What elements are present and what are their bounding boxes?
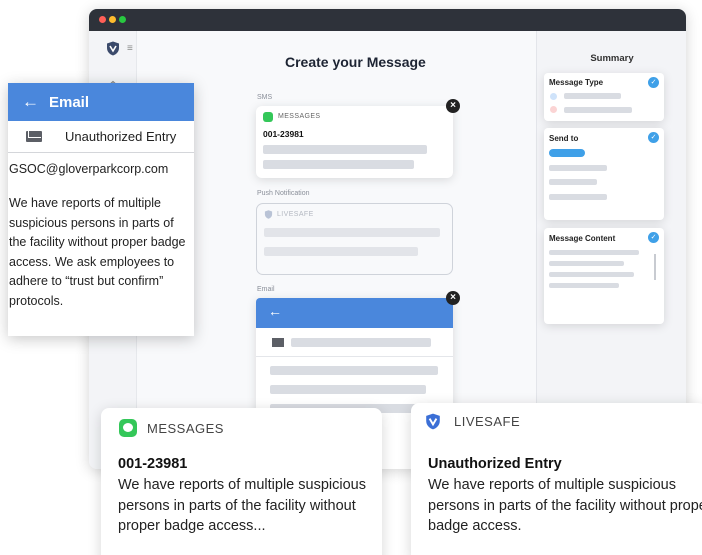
email-subject-placeholder: [291, 338, 431, 347]
push-notification-heading: Unauthorized Entry: [428, 456, 562, 472]
sms-notification-app-name: MESSAGES: [147, 420, 224, 436]
messages-app-icon: [119, 419, 137, 437]
remove-email-button[interactable]: ×: [446, 291, 460, 305]
check-icon: ✓: [648, 77, 659, 88]
messages-app-icon: [263, 112, 273, 122]
scrollbar[interactable]: [654, 254, 656, 280]
push-notification-app-name: LIVESAFE: [454, 414, 521, 429]
type-placeholder: [564, 93, 621, 99]
sms-body-placeholder: [263, 160, 414, 169]
recipient-placeholder: [549, 194, 607, 200]
push-notification-app: LIVESAFE: [425, 413, 520, 430]
push-app-name: LIVESAFE: [277, 211, 314, 218]
email-card-header: ←: [256, 298, 453, 328]
envelope-icon: [26, 131, 42, 142]
livesafe-logo-icon[interactable]: [106, 41, 120, 56]
sms-label: SMS: [257, 94, 273, 101]
push-card[interactable]: LIVESAFE: [256, 203, 453, 275]
push-body-placeholder: [264, 247, 418, 256]
content-placeholder: [549, 283, 619, 288]
message-type-label: Message Type: [549, 78, 604, 87]
push-notification[interactable]: LIVESAFE Unauthorized Entry We have repo…: [411, 403, 702, 555]
email-sender: GSOC@gloverparkcorp.com: [9, 162, 169, 176]
minimize-window-button[interactable]: [109, 16, 116, 23]
push-label: Push Notification: [257, 190, 310, 197]
email-subject: Unauthorized Entry: [65, 129, 177, 144]
message-type-card[interactable]: Message Type ✓: [544, 73, 664, 121]
remove-sms-button[interactable]: ×: [446, 99, 460, 113]
back-arrow-icon[interactable]: ←: [22, 92, 39, 112]
sms-notification[interactable]: MESSAGES 001-23981 We have reports of mu…: [101, 408, 382, 555]
recipient-placeholder: [549, 179, 597, 185]
recipient-chip: [549, 149, 585, 157]
alert-type-icon: [550, 106, 557, 113]
envelope-icon: [272, 338, 284, 347]
sms-notification-app: MESSAGES: [119, 419, 224, 437]
sms-app-name: MESSAGES: [278, 113, 321, 120]
email-type-icon: [550, 93, 557, 100]
content-placeholder: [549, 250, 639, 255]
livesafe-app-icon: [426, 413, 440, 430]
menu-icon[interactable]: ≡: [127, 43, 133, 54]
email-preview-panel: ← Email Unauthorized Entry GSOC@gloverpa…: [8, 83, 194, 336]
sms-card[interactable]: MESSAGES 001-23981: [256, 106, 453, 178]
sms-notification-heading: 001-23981: [118, 456, 188, 472]
page-title: Create your Message: [285, 54, 426, 70]
check-icon: ✓: [648, 132, 659, 143]
back-arrow-icon[interactable]: ←: [268, 303, 282, 319]
sms-number: 001-23981: [263, 129, 304, 139]
sms-notification-body: We have reports of multiple suspicious p…: [118, 477, 366, 534]
email-preview-header: ← Email: [8, 83, 194, 121]
email-preview-title: Email: [49, 93, 90, 111]
email-body-placeholder: [270, 366, 438, 375]
send-to-card[interactable]: Send to ✓: [544, 128, 664, 220]
title-bar: [89, 9, 686, 31]
maximize-window-button[interactable]: [119, 16, 126, 23]
push-body-placeholder: [264, 228, 440, 237]
screenshot-stage: ≡ Create your Message SMS MESSAGES 001-2…: [0, 0, 702, 555]
summary-title: Summary: [590, 53, 634, 64]
divider: [256, 356, 453, 357]
recipient-placeholder: [549, 165, 607, 171]
email-subject-row: Unauthorized Entry: [8, 121, 194, 153]
message-content-card[interactable]: Message Content ✓: [544, 228, 664, 324]
push-notification-body: We have reports of multiple suspicious p…: [428, 477, 702, 534]
check-icon: ✓: [648, 232, 659, 243]
sms-body-placeholder: [263, 145, 427, 154]
email-label: Email: [257, 286, 275, 293]
type-placeholder: [564, 107, 632, 113]
email-body-placeholder: [270, 385, 426, 394]
content-placeholder: [549, 261, 624, 266]
send-to-label: Send to: [549, 134, 579, 143]
content-placeholder: [549, 272, 634, 277]
message-content-label: Message Content: [549, 234, 616, 243]
close-window-button[interactable]: [99, 16, 106, 23]
email-body-text: We have reports of multiple suspicious p…: [9, 196, 186, 308]
livesafe-app-icon: [264, 210, 273, 219]
